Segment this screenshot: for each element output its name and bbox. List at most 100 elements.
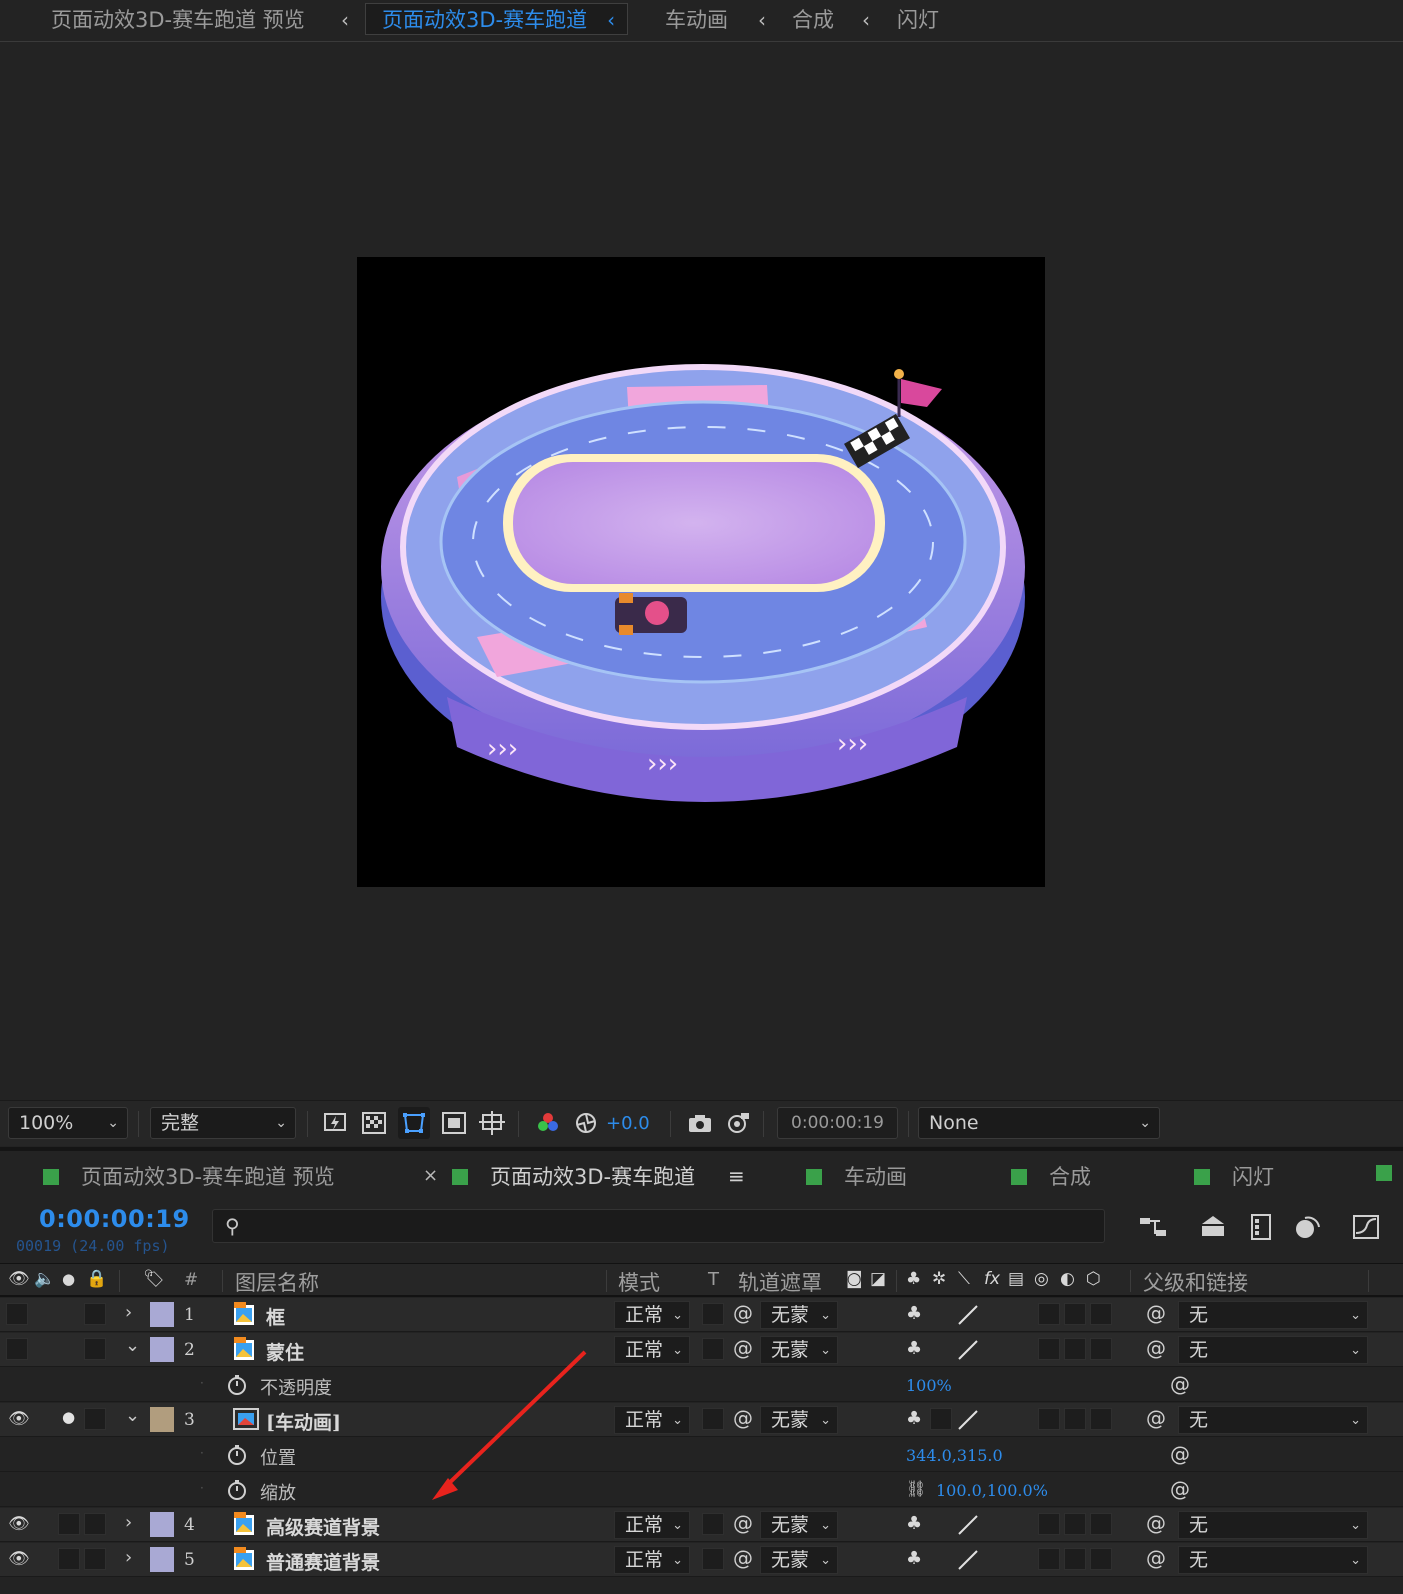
layer-name[interactable]: [车动画]	[266, 1408, 341, 1435]
graph-editor-icon[interactable]	[1349, 1211, 1383, 1243]
quality-switch-icon[interactable]	[955, 1407, 981, 1433]
tab-flash[interactable]: 闪灯	[1194, 1161, 1274, 1191]
eye-icon[interactable]: 👁	[8, 1409, 30, 1429]
draft-3d-icon[interactable]	[1196, 1211, 1230, 1243]
preserve-transparency-toggle[interactable]	[702, 1303, 724, 1325]
eye-icon[interactable]: 👁	[8, 1549, 30, 1569]
preserve-transparency-toggle[interactable]	[702, 1548, 724, 1570]
stopwatch-icon[interactable]	[226, 1374, 248, 1396]
chevron-right-icon[interactable]: ›	[125, 1512, 132, 1533]
3d-layer-toggle[interactable]	[1090, 1513, 1112, 1535]
mode-column-header[interactable]: 模式	[618, 1267, 660, 1297]
visibility-toggle[interactable]	[6, 1338, 28, 1360]
layer-row[interactable]: 👁 › 5 普通赛道背景 正常 ⌄ @ 无蒙 ⌄ ♣ @ 无 ⌄	[0, 1543, 1403, 1577]
current-time-display[interactable]: 0:00:00:19	[39, 1205, 190, 1233]
snapshot-camera-icon[interactable]	[684, 1107, 716, 1139]
layer-label-color[interactable]	[150, 1302, 174, 1327]
track-matte-select[interactable]: 无蒙 ⌄	[760, 1511, 838, 1539]
shy-switch-icon[interactable]: ♣	[906, 1548, 922, 1569]
parent-select[interactable]: 无 ⌄	[1178, 1511, 1368, 1539]
track-matte-select[interactable]: 无蒙 ⌄	[760, 1336, 838, 1364]
layer-row[interactable]: ⌄ 2 蒙住 正常 ⌄ @ 无蒙 ⌄ ♣ @ 无 ⌄	[0, 1333, 1403, 1367]
transparency-grid-icon[interactable]	[358, 1107, 390, 1139]
parent-link-column-header[interactable]: 父级和链接	[1143, 1267, 1248, 1297]
viewer-current-time[interactable]: 0:00:00:19	[777, 1107, 898, 1139]
tab-overflow[interactable]	[1376, 1161, 1403, 1185]
parent-select[interactable]: 无 ⌄	[1178, 1301, 1368, 1329]
eye-icon[interactable]: 👁	[8, 1514, 30, 1534]
matte-pickwhip-icon[interactable]: @	[733, 1301, 753, 1325]
shy-switch-icon[interactable]: ♣	[906, 1303, 922, 1324]
lock-toggle[interactable]	[84, 1338, 106, 1360]
motion-blur-toggle[interactable]	[1038, 1548, 1060, 1570]
preserve-transparency-toggle[interactable]	[702, 1408, 724, 1430]
parent-pickwhip-icon[interactable]: @	[1146, 1301, 1166, 1325]
parent-select[interactable]: 无 ⌄	[1178, 1336, 1368, 1364]
blend-mode-select[interactable]: 正常 ⌄	[614, 1546, 690, 1574]
lock-toggle[interactable]	[84, 1408, 106, 1430]
adjustment-toggle[interactable]	[1064, 1548, 1086, 1570]
layer-name[interactable]: 高级赛道背景	[266, 1513, 380, 1540]
quality-switch-icon[interactable]	[955, 1302, 981, 1328]
tab-car-anim[interactable]: 车动画	[806, 1161, 907, 1191]
parent-select[interactable]: 无 ⌄	[1178, 1546, 1368, 1574]
shy-switch-icon[interactable]: ♣	[906, 1338, 922, 1359]
preserve-transparency-column-header[interactable]: T	[708, 1269, 719, 1290]
track-matte-column-header[interactable]: 轨道遮罩	[738, 1267, 822, 1297]
guides-icon[interactable]	[476, 1107, 508, 1139]
composition-flowchart-icon[interactable]	[1136, 1211, 1170, 1243]
property-value[interactable]: 344.0,315.0	[906, 1446, 1003, 1465]
parent-pickwhip-icon[interactable]: @	[1146, 1546, 1166, 1570]
fast-preview-icon[interactable]	[320, 1107, 352, 1139]
breadcrumb-item-car-anim[interactable]: 车动画	[665, 4, 728, 36]
property-value[interactable]: 100%	[906, 1376, 952, 1395]
layer-row[interactable]: › 1 框 正常 ⌄ @ 无蒙 ⌄ ♣ @ 无 ⌄	[0, 1298, 1403, 1332]
number-column-header[interactable]: #	[184, 1270, 198, 1290]
motion-blur-toggle[interactable]	[1038, 1303, 1060, 1325]
blend-mode-select[interactable]: 正常 ⌄	[614, 1511, 690, 1539]
adjustment-toggle[interactable]	[1064, 1513, 1086, 1535]
layer-label-color[interactable]	[150, 1547, 174, 1572]
composition-canvas[interactable]: ››› ››› ›››	[357, 257, 1045, 887]
adjustment-toggle[interactable]	[1064, 1338, 1086, 1360]
expression-pickwhip-icon[interactable]: @	[1170, 1477, 1190, 1501]
3d-layer-toggle[interactable]	[1090, 1303, 1112, 1325]
visibility-toggle[interactable]	[6, 1303, 28, 1325]
show-snapshot-icon[interactable]	[722, 1107, 754, 1139]
matte-pickwhip-icon[interactable]: @	[733, 1546, 753, 1570]
motion-blur-icon[interactable]	[1291, 1211, 1325, 1243]
lock-toggle[interactable]	[84, 1513, 106, 1535]
quality-switch-icon[interactable]	[955, 1337, 981, 1363]
preserve-transparency-toggle[interactable]	[702, 1513, 724, 1535]
view-options-select[interactable]: None ⌄	[918, 1107, 1160, 1139]
chevron-down-icon[interactable]: ⌄	[125, 1335, 140, 1356]
parent-pickwhip-icon[interactable]: @	[1146, 1511, 1166, 1535]
tab-preview[interactable]: 页面动效3D-赛车跑道 预览	[43, 1161, 335, 1191]
motion-blur-toggle[interactable]	[1038, 1513, 1060, 1535]
property-row-scale[interactable]: · 缩放 ⛓ 100.0,100.0% @	[0, 1473, 1403, 1507]
blend-mode-select[interactable]: 正常 ⌄	[614, 1301, 690, 1329]
panel-menu-icon[interactable]: ≡	[728, 1164, 745, 1188]
zoom-select[interactable]: 100% ⌄	[8, 1107, 128, 1139]
mask-path-visibility-icon[interactable]	[398, 1107, 430, 1139]
resolution-select[interactable]: 完整 ⌄	[150, 1107, 296, 1139]
property-row-opacity[interactable]: · 不透明度 100% @	[0, 1368, 1403, 1402]
composition-viewer[interactable]: ››› ››› ›››	[0, 43, 1403, 1100]
exposure-value[interactable]: +0.0	[606, 1113, 650, 1134]
shy-switch-icon[interactable]: ♣	[906, 1513, 922, 1534]
layer-row[interactable]: 👁 › 4 高级赛道背景 正常 ⌄ @ 无蒙 ⌄ ♣ @ 无 ⌄	[0, 1508, 1403, 1542]
3d-layer-toggle[interactable]	[1090, 1408, 1112, 1430]
solo-toggle[interactable]	[58, 1548, 80, 1570]
lock-toggle[interactable]	[84, 1303, 106, 1325]
breadcrumb-item-flash[interactable]: 闪灯	[897, 4, 939, 36]
parent-pickwhip-icon[interactable]: @	[1146, 1336, 1166, 1360]
expression-pickwhip-icon[interactable]: @	[1170, 1442, 1190, 1466]
layer-name[interactable]: 蒙住	[266, 1338, 304, 1365]
chevron-right-icon[interactable]: ›	[125, 1302, 132, 1323]
layer-name-column-header[interactable]: 图层名称	[235, 1267, 319, 1297]
parent-select[interactable]: 无 ⌄	[1178, 1406, 1368, 1434]
layer-row[interactable]: 👁 ● ⌄ 3 [车动画] 正常 ⌄ @ 无蒙 ⌄ ♣ @ 无 ⌄	[0, 1403, 1403, 1437]
collapse-transform-toggle[interactable]	[930, 1408, 952, 1430]
adjustment-toggle[interactable]	[1064, 1408, 1086, 1430]
shy-switch-icon[interactable]: ♣	[906, 1408, 922, 1429]
